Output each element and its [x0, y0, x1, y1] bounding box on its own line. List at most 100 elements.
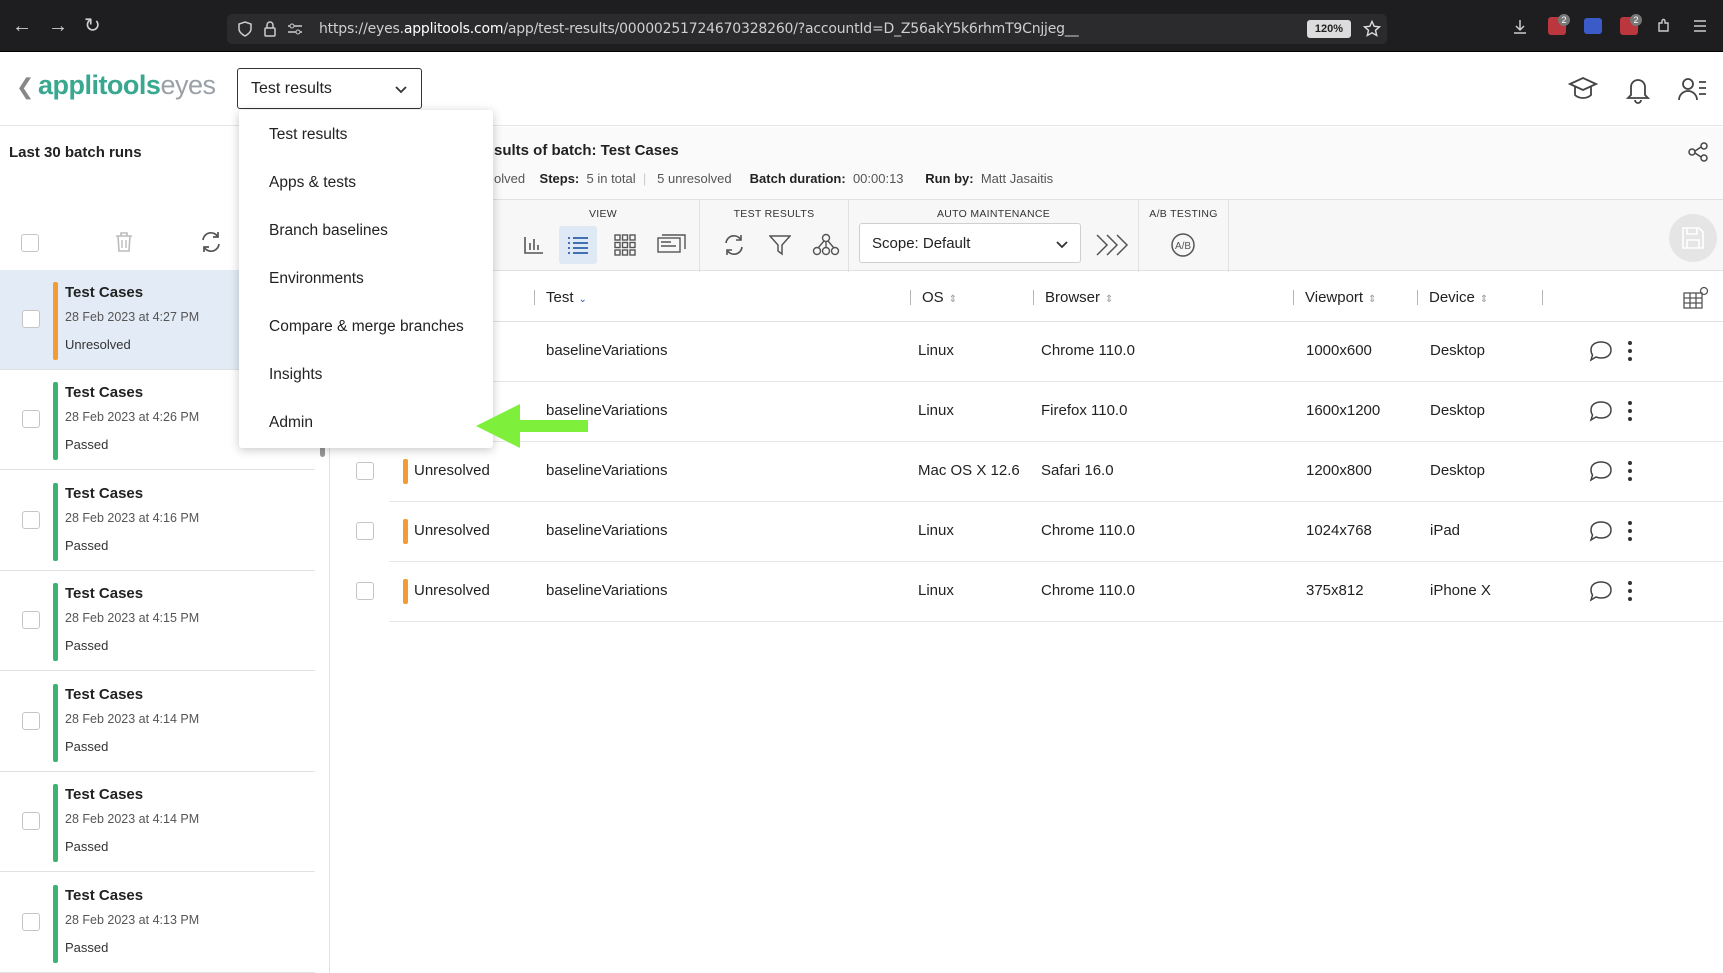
- column-os[interactable]: OS ⇕: [910, 289, 957, 306]
- user-menu-icon[interactable]: [1677, 74, 1707, 104]
- more-options-icon[interactable]: [1627, 520, 1633, 542]
- more-options-icon[interactable]: [1627, 580, 1633, 602]
- group-by-button[interactable]: [807, 226, 845, 264]
- back-icon[interactable]: ←: [12, 16, 32, 36]
- results-toolbar: VIEW TEST RESULTS AUTO MAINTENANCE Scope…: [331, 199, 1723, 272]
- menu-item-environments[interactable]: Environments: [269, 270, 364, 288]
- list-view-button[interactable]: [559, 226, 597, 264]
- more-options-icon[interactable]: [1627, 340, 1633, 362]
- row-checkbox[interactable]: [356, 582, 374, 600]
- learning-icon[interactable]: [1568, 74, 1598, 104]
- browser-cell: Chrome 110.0: [1041, 342, 1135, 359]
- os-cell: Linux: [918, 402, 954, 419]
- menu-item-branch-baselines[interactable]: Branch baselines: [269, 222, 388, 240]
- status-bar: [403, 459, 408, 484]
- page-dropdown-menu: Test results Apps & tests Branch baselin…: [239, 110, 493, 448]
- table-row[interactable]: Unresolved baselineVariations Mac OS X 1…: [356, 442, 1723, 502]
- status-bar: [403, 519, 408, 544]
- batch-checkbox[interactable]: [22, 712, 40, 730]
- status-bar: [53, 382, 58, 460]
- batch-checkbox[interactable]: [22, 812, 40, 830]
- browser-toolbar: ← → ↻ https://eyes.applitools.com/app/te…: [0, 0, 1723, 52]
- menu-item-insights[interactable]: Insights: [269, 366, 322, 384]
- lock-icon[interactable]: [263, 21, 277, 37]
- batch-checkbox[interactable]: [22, 511, 40, 529]
- table-header: Test ⌄ OS ⇕ Browser ⇕ Viewport ⇕ Device ⇕: [389, 272, 1723, 322]
- details-view-button[interactable]: [653, 226, 691, 264]
- refresh-icon[interactable]: [199, 231, 223, 253]
- scope-dropdown[interactable]: Scope: Default: [859, 223, 1081, 263]
- column-device[interactable]: Device ⇕: [1417, 289, 1488, 306]
- auto-maintenance-button[interactable]: [1093, 226, 1131, 264]
- scope-value: Scope: Default: [872, 235, 971, 252]
- column-browser[interactable]: Browser ⇕: [1033, 289, 1113, 306]
- more-options-icon[interactable]: [1627, 460, 1633, 482]
- batch-date: 28 Feb 2023 at 4:26 PM: [65, 410, 200, 424]
- notification-bell-icon[interactable]: [1623, 74, 1653, 104]
- menu-item-test-results[interactable]: Test results: [269, 126, 347, 144]
- table-row[interactable]: baselineVariations Linux Chrome 110.0 10…: [389, 322, 1723, 382]
- page-selector-dropdown[interactable]: Test results: [237, 68, 422, 109]
- viewport-cell: 1000x600: [1306, 342, 1372, 359]
- table-row[interactable]: Unresolved baselineVariations Linux Chro…: [356, 562, 1723, 622]
- refresh-results-button[interactable]: [715, 226, 753, 264]
- comment-icon[interactable]: [1589, 400, 1613, 422]
- table-row[interactable]: Unresolved baselineVariations Linux Chro…: [356, 502, 1723, 562]
- zoom-badge[interactable]: 120%: [1307, 20, 1351, 38]
- batch-checkbox[interactable]: [22, 310, 40, 328]
- view-group: VIEW: [507, 200, 700, 272]
- menu-icon[interactable]: [1692, 19, 1708, 33]
- trash-icon[interactable]: [114, 231, 134, 253]
- status-cell: Unresolved: [414, 462, 490, 479]
- viewport-cell: 1024x768: [1306, 522, 1372, 539]
- device-cell: iPad: [1430, 522, 1461, 539]
- address-bar[interactable]: https://eyes.applitools.com/app/test-res…: [227, 14, 1387, 44]
- menu-item-apps-tests[interactable]: Apps & tests: [269, 174, 356, 192]
- comment-icon[interactable]: [1589, 580, 1613, 602]
- grid-icon: [614, 234, 636, 256]
- batch-checkbox[interactable]: [22, 611, 40, 629]
- grid-view-button[interactable]: [606, 226, 644, 264]
- save-button[interactable]: [1669, 214, 1717, 262]
- comment-icon[interactable]: [1589, 460, 1613, 482]
- menu-item-admin[interactable]: Admin: [269, 414, 313, 432]
- runby-value: Matt Jasaitis: [980, 171, 1054, 186]
- shield-icon[interactable]: [237, 21, 253, 37]
- batch-item[interactable]: Test Cases 28 Feb 2023 at 4:16 PM Passed: [0, 471, 315, 571]
- column-settings-icon[interactable]: [1683, 286, 1709, 310]
- reload-icon[interactable]: ↻: [84, 16, 101, 36]
- column-test[interactable]: Test ⌄: [534, 289, 587, 306]
- extension-icon[interactable]: [1584, 18, 1602, 34]
- select-all-checkbox[interactable]: [21, 234, 39, 252]
- ab-testing-button[interactable]: A/B: [1164, 226, 1202, 264]
- steps-label: Steps:: [539, 171, 580, 186]
- batch-item[interactable]: Test Cases 28 Feb 2023 at 4:14 PM Passed: [0, 672, 315, 772]
- comment-icon[interactable]: [1589, 520, 1613, 542]
- row-checkbox[interactable]: [356, 462, 374, 480]
- comment-icon[interactable]: [1589, 340, 1613, 362]
- batch-item[interactable]: Test Cases 28 Feb 2023 at 4:14 PM Passed: [0, 772, 315, 872]
- download-icon[interactable]: [1512, 19, 1528, 35]
- permissions-icon[interactable]: [287, 22, 303, 36]
- column-viewport[interactable]: Viewport ⇕: [1293, 289, 1376, 306]
- batch-item[interactable]: Test Cases 28 Feb 2023 at 4:15 PM Passed: [0, 571, 315, 671]
- batch-item[interactable]: Test Cases 28 Feb 2023 at 4:13 PM Passed: [0, 873, 315, 973]
- filter-button[interactable]: [761, 226, 799, 264]
- batch-checkbox[interactable]: [22, 410, 40, 428]
- test-name: baselineVariations: [546, 522, 668, 539]
- star-icon[interactable]: [1363, 20, 1381, 38]
- batch-checkbox[interactable]: [22, 913, 40, 931]
- menu-item-compare-merge[interactable]: Compare & merge branches: [269, 318, 464, 336]
- batch-meta: olved Steps: 5 in total | 5 unresolved B…: [494, 171, 1054, 186]
- share-icon[interactable]: [1687, 141, 1709, 163]
- puzzle-icon[interactable]: [1656, 18, 1672, 34]
- applitools-logo[interactable]: ❮ applitoolseyes: [16, 70, 216, 101]
- batch-name: Test Cases: [65, 686, 144, 703]
- batch-status: Passed: [65, 437, 109, 452]
- more-options-icon[interactable]: [1627, 400, 1633, 422]
- forward-icon[interactable]: →: [48, 16, 68, 36]
- chart-view-button[interactable]: [515, 226, 553, 264]
- test-results-group: TEST RESULTS: [700, 200, 849, 272]
- row-checkbox[interactable]: [356, 522, 374, 540]
- batch-status-text: olved: [494, 171, 526, 186]
